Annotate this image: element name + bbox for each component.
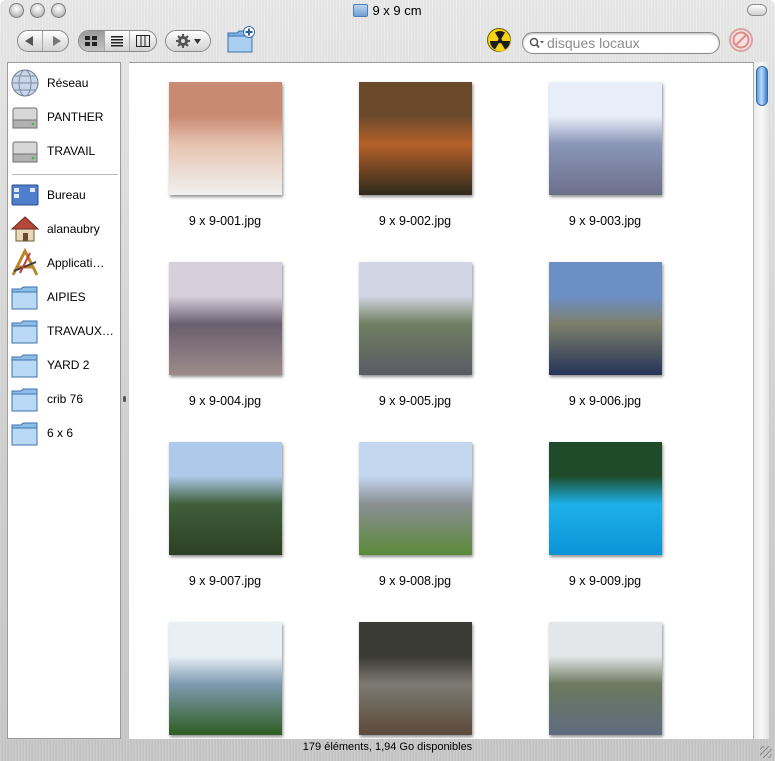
- back-arrow-icon: [25, 36, 33, 46]
- desktop-icon: [11, 184, 39, 206]
- back-button[interactable]: [18, 31, 44, 51]
- folder-icon: [11, 422, 38, 446]
- sidebar-item-6x6[interactable]: 6 x 6: [10, 416, 120, 450]
- search-placeholder: disques locaux: [547, 35, 640, 51]
- file-name[interactable]: 9 x 9-004.jpg: [130, 394, 320, 408]
- toolbar-toggle-button[interactable]: [747, 4, 767, 16]
- gear-icon: [176, 34, 190, 48]
- status-bar: 179 éléments, 1,94 Go disponibles: [0, 739, 775, 761]
- forward-button[interactable]: [43, 31, 68, 51]
- thumbnail-9x9-007[interactable]: [169, 442, 282, 555]
- view-mode-control: [78, 30, 157, 52]
- thumbnail-9x9-011[interactable]: [359, 622, 472, 735]
- chevron-down-icon: [194, 38, 201, 44]
- applications-icon: [11, 248, 39, 276]
- icon-view-button[interactable]: [79, 31, 105, 51]
- thumbnail-9x9-006[interactable]: [549, 262, 662, 375]
- thumbnail-9x9-012[interactable]: [549, 622, 662, 735]
- stop-icon: [732, 31, 750, 49]
- thumbnail-9x9-005[interactable]: [359, 262, 472, 375]
- folder-icon: [353, 4, 369, 17]
- sidebar-item-label: TRAVAUX…: [47, 324, 114, 338]
- forward-arrow-icon: [52, 36, 61, 46]
- file-name[interactable]: 9 x 9-009.jpg: [510, 574, 700, 588]
- file-name[interactable]: 9 x 9-003.jpg: [510, 214, 700, 228]
- new-folder-icon[interactable]: [226, 25, 256, 55]
- thumbnail-9x9-003[interactable]: [549, 82, 662, 195]
- sidebar-item-alanaubry[interactable]: alanaubry: [10, 212, 120, 246]
- sidebar-splitter[interactable]: [121, 62, 129, 739]
- search-field[interactable]: disques locaux: [522, 32, 720, 54]
- file-name[interactable]: 9 x 9-008.jpg: [320, 574, 510, 588]
- stop-button[interactable]: [729, 28, 753, 52]
- sidebar-item-panther[interactable]: PANTHER: [10, 100, 120, 134]
- file-name[interactable]: 9 x 9-007.jpg: [130, 574, 320, 588]
- folder-icon: [11, 286, 38, 310]
- folder-icon: [11, 388, 38, 412]
- window-title-wrap: 9 x 9 cm: [0, 3, 775, 18]
- burn-button[interactable]: [487, 28, 511, 52]
- hard-drive-icon: [12, 141, 38, 163]
- back-forward-control: [17, 30, 69, 52]
- sidebar-item-label: TRAVAIL: [47, 144, 96, 158]
- sidebar-item-label: alanaubry: [47, 222, 100, 236]
- sidebar-item-label: Bureau: [47, 188, 86, 202]
- title-bar: 9 x 9 cm: [0, 0, 775, 22]
- sidebar: Réseau PANTHER TRAVAIL Bureau alanaubry …: [7, 62, 121, 739]
- action-menu-cell: [166, 31, 210, 51]
- scrollbar-thumb[interactable]: [756, 66, 768, 106]
- sidebar-item-travail[interactable]: TRAVAIL: [10, 134, 120, 168]
- file-name[interactable]: 9 x 9-006.jpg: [510, 394, 700, 408]
- resize-grip-icon[interactable]: [760, 746, 772, 758]
- window-title: 9 x 9 cm: [372, 3, 422, 18]
- list-view-icon: [111, 36, 123, 47]
- file-name[interactable]: 9 x 9-002.jpg: [320, 214, 510, 228]
- burn-icon: [489, 30, 511, 52]
- thumbnail-9x9-009[interactable]: [549, 442, 662, 555]
- thumbnail-9x9-004[interactable]: [169, 262, 282, 375]
- splitter-grip: [123, 396, 126, 402]
- thumbnail-9x9-008[interactable]: [359, 442, 472, 555]
- column-view-button[interactable]: [130, 31, 156, 51]
- sidebar-item-label: 6 x 6: [47, 426, 74, 440]
- column-view-icon: [136, 35, 151, 47]
- status-text: 179 éléments, 1,94 Go disponibles: [302, 741, 473, 753]
- sidebar-item-label: crib 76: [47, 392, 84, 406]
- list-view-button[interactable]: [105, 31, 131, 51]
- icon-view-area: 9 x 9-001.jpg 9 x 9-002.jpg 9 x 9-003.jp…: [129, 62, 753, 739]
- sidebar-item-applications[interactable]: Applicati…: [10, 246, 120, 280]
- icon-view-icon: [85, 36, 98, 46]
- home-icon: [10, 216, 40, 242]
- hard-drive-icon: [12, 107, 38, 129]
- thumbnail-9x9-002[interactable]: [359, 82, 472, 195]
- toolbar: disques locaux: [0, 22, 775, 62]
- sidebar-item-yard-2[interactable]: YARD 2: [10, 348, 120, 382]
- sidebar-item-label: YARD 2: [47, 358, 90, 372]
- sidebar-item-label: PANTHER: [47, 110, 104, 124]
- sidebar-item-reseau[interactable]: Réseau: [10, 66, 120, 100]
- action-menu-button[interactable]: [165, 30, 211, 52]
- sidebar-item-aipies[interactable]: AIPIES: [10, 280, 120, 314]
- file-name[interactable]: 9 x 9-005.jpg: [320, 394, 510, 408]
- file-name[interactable]: 9 x 9-001.jpg: [130, 214, 320, 228]
- sidebar-item-travaux[interactable]: TRAVAUX…: [10, 314, 120, 348]
- search-icon: [529, 37, 544, 49]
- sidebar-item-label: Applicati…: [47, 256, 105, 270]
- thumbnail-9x9-010[interactable]: [169, 622, 282, 735]
- finder-window: 9 x 9 cm disques locaux Réseau PANTHER T…: [0, 0, 775, 761]
- folder-icon: [11, 320, 38, 344]
- network-globe-icon: [11, 69, 39, 97]
- sidebar-item-bureau[interactable]: Bureau: [10, 178, 120, 212]
- folder-icon: [11, 354, 38, 378]
- thumbnail-9x9-001[interactable]: [169, 82, 282, 195]
- sidebar-item-label: AIPIES: [47, 290, 86, 304]
- sidebar-item-crib-76[interactable]: crib 76: [10, 382, 120, 416]
- sidebar-divider: [12, 174, 118, 175]
- sidebar-item-label: Réseau: [47, 76, 89, 90]
- vertical-scrollbar[interactable]: [753, 62, 769, 739]
